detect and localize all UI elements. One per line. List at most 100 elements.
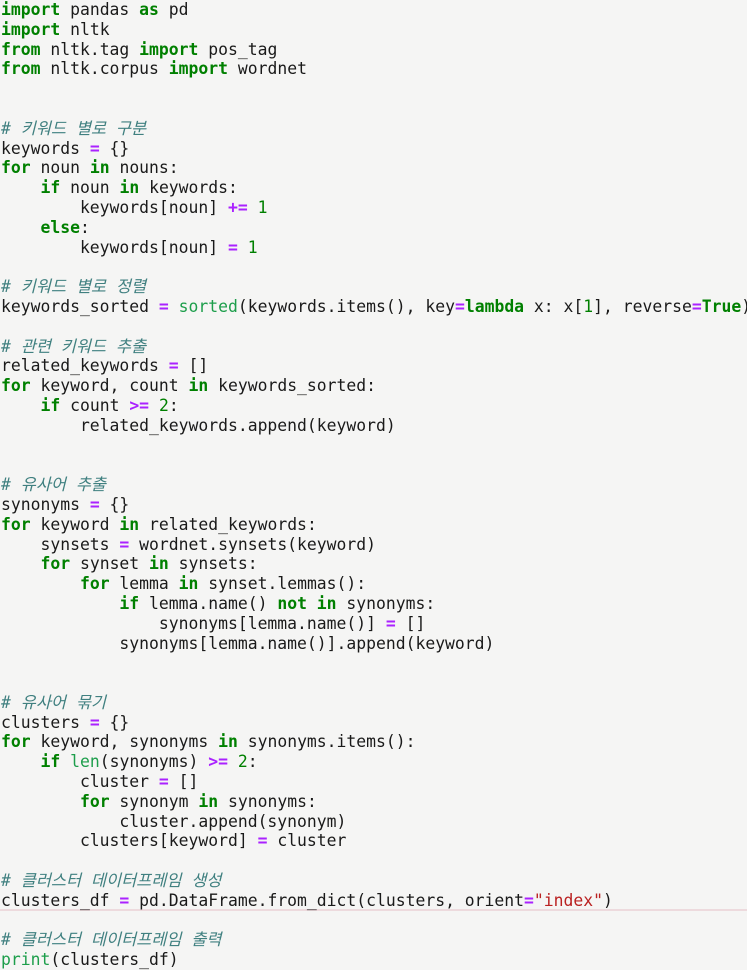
code-token-m: 1	[247, 237, 258, 257]
code-token-p: []	[178, 356, 209, 376]
code-token-n: synonyms.items()	[237, 732, 406, 752]
code-line: synonyms[lemma.name()].append(keyword)	[1, 634, 747, 654]
code-token-n: keywords[noun]	[1, 237, 228, 257]
code-line: for noun in nouns:	[1, 158, 747, 178]
code-token-o: +=	[227, 197, 248, 217]
code-token-n	[1, 396, 40, 415]
code-token-m: 2	[158, 395, 169, 415]
code-token-o: =	[119, 534, 130, 554]
code-line: for synonym in synonyms:	[1, 792, 747, 812]
code-line: if count >= 2:	[1, 396, 747, 416]
code-token-n: noun	[60, 178, 120, 198]
code-line: # 키워드 별로 정렬	[1, 277, 747, 297]
code-token-o: =	[89, 138, 100, 158]
code-token-n: clusters	[1, 712, 90, 732]
code-token-n	[60, 752, 70, 771]
code-token-n: synsets	[1, 534, 120, 554]
code-token-n	[228, 752, 238, 771]
code-line: for keyword, count in keywords_sorted:	[1, 376, 747, 396]
code-line: if len(synonyms) >= 2:	[1, 752, 747, 772]
code-token-c: # 키워드 별로 정렬	[1, 277, 147, 297]
code-line: synsets = wordnet.synsets(keyword)	[1, 535, 747, 555]
code-token-k: else	[40, 217, 80, 237]
code-token-s: "index"	[533, 890, 603, 910]
code-token-p: :	[405, 732, 416, 752]
code-line: keywords_sorted = sorted(keywords.items(…	[1, 297, 747, 317]
code-token-p: []	[395, 613, 426, 633]
code-token-n: (synonyms)	[99, 752, 209, 772]
code-line: keywords[noun] += 1	[1, 198, 747, 218]
code-token-n: synonym	[109, 791, 199, 811]
code-line: # 키워드 별로 구분	[1, 119, 747, 139]
code-token-k: for	[40, 554, 71, 574]
code-token-n: keyword, count	[30, 376, 189, 396]
code-line: synonyms[lemma.name()] = []	[1, 614, 747, 634]
code-token-n: cluster	[267, 831, 347, 851]
code-token-k: for	[1, 158, 31, 178]
code-line: from nltk.corpus import wordnet	[1, 59, 747, 79]
code-token-k: if	[40, 178, 61, 198]
code-line: else:	[1, 218, 747, 238]
code-token-p: :	[366, 376, 377, 396]
code-token-n: nltk.corpus	[40, 59, 169, 79]
code-token-o: =	[385, 613, 396, 633]
code-line: # 관련 키워드 추출	[1, 337, 747, 357]
code-line: clusters_df = pd.DataFrame.from_dict(clu…	[1, 891, 747, 911]
code-token-n: pandas	[60, 0, 140, 19]
code-token-o: =	[158, 772, 169, 792]
code-token-k: lambda	[464, 296, 525, 316]
code-token-c: # 키워드 별로 구분	[1, 118, 147, 138]
code-token-c: # 관련 키워드 추출	[1, 336, 147, 356]
code-token-k: if	[40, 752, 61, 772]
code-token-c: # 클러스터 데이터프레임 출력	[1, 930, 222, 950]
code-token-k: for	[1, 376, 31, 396]
code-token-p: :	[306, 791, 317, 811]
code-token-p: :	[247, 752, 258, 772]
code-token-n: related_keywords	[139, 514, 307, 534]
code-token-n: synonyms	[1, 494, 90, 514]
code-token-n: cluster.append(synonym)	[1, 811, 347, 831]
code-token-k: import	[1, 0, 61, 19]
code-token-n: related_keywords	[1, 356, 169, 376]
code-line: for synset in synsets:	[1, 554, 747, 574]
code-line: # 유사어 추출	[1, 475, 747, 495]
code-token-k: in	[188, 376, 209, 396]
code-token-n: lemma.name()	[139, 593, 278, 613]
code-token-m: 1	[583, 296, 594, 316]
code-line: if lemma.name() not in synonyms:	[1, 594, 747, 614]
code-token-p: {}	[99, 138, 130, 158]
code-token-o: =	[524, 890, 534, 910]
code-token-nb: sorted	[178, 296, 238, 316]
code-line: from nltk.tag import pos_tag	[1, 40, 747, 60]
code-token-n: keywords	[139, 178, 229, 198]
code-token-k: for	[79, 791, 110, 811]
code-token-o: =	[89, 494, 100, 514]
code-token-n: synsets	[168, 554, 248, 574]
python-code-listing: import pandas as pd import nltk from nltk.…	[0, 0, 747, 969]
code-token-k: in	[119, 178, 140, 198]
code-token-p: {}	[99, 712, 130, 732]
code-token-k: from	[1, 59, 41, 79]
code-token-p: )	[741, 297, 747, 316]
code-token-n: noun	[30, 158, 90, 178]
code-token-k: if	[119, 593, 140, 613]
code-token-p: (	[50, 950, 61, 970]
code-token-o: =	[454, 296, 465, 316]
code-token-n: synset.lemmas()	[198, 574, 357, 594]
code-token-n: keyword	[30, 514, 120, 534]
code-token-k: from	[1, 39, 41, 59]
code-token-n: nltk.tag	[40, 39, 140, 59]
code-token-o: =	[89, 712, 100, 732]
code-line: clusters[keyword] = cluster	[1, 831, 747, 851]
code-token-o: =	[168, 356, 179, 376]
code-token-n: pd.DataFrame.from_dict(clusters, orient	[129, 890, 525, 910]
code-token-o: >=	[129, 395, 150, 415]
code-token-n: ], reverse	[593, 296, 692, 316]
